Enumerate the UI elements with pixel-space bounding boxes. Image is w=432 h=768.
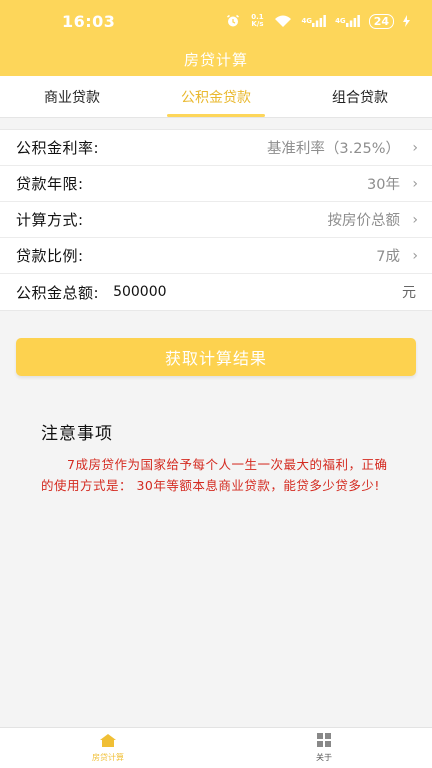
- notes-title: 注意事项: [41, 424, 113, 444]
- amount-unit: 元: [402, 285, 416, 301]
- notes-text: 7成房贷作为国家给予每个人一生一次最大的福利，正确的使用方式是： 30年等额本息…: [41, 457, 388, 493]
- page-title: 房贷计算: [183, 50, 248, 69]
- amount-label: 公积金总额:: [16, 283, 100, 302]
- wifi-icon: [274, 15, 292, 28]
- nav-item-mortgage-calc[interactable]: 房贷计算: [0, 728, 216, 768]
- charging-icon: [403, 15, 410, 27]
- ratio-value: 7成: [376, 249, 400, 265]
- chevron-right-icon: ›: [412, 211, 418, 228]
- chevron-right-icon: ›: [412, 139, 418, 156]
- tab-provident-fund-loan[interactable]: 公积金贷款: [144, 76, 288, 117]
- rate-label: 公积金利率:: [16, 139, 100, 157]
- ratio-label: 贷款比例:: [16, 247, 84, 265]
- rate-value: 基准利率（3.25%）: [266, 141, 400, 157]
- signal-icon-1: 4G: [301, 15, 326, 27]
- chevron-right-icon: ›: [412, 175, 418, 192]
- loan-form: 公积金利率: 基准利率（3.25%） › 贷款年限: 30年 › 计算方式: 按…: [0, 129, 432, 311]
- notes-section: 注意事项 7成房贷作为国家给予每个人一生一次最大的福利，正确的使用方式是： 30…: [0, 376, 432, 496]
- grid-icon: [317, 733, 331, 749]
- bottom-nav: 房贷计算 关于: [0, 727, 432, 768]
- method-value: 按房价总额: [327, 213, 401, 229]
- calculate-button[interactable]: 获取计算结果: [16, 338, 416, 376]
- years-row[interactable]: 贷款年限: 30年 ›: [0, 166, 432, 202]
- status-icons: 0.1 K/s 4G 4G 24: [226, 13, 410, 29]
- net-speed: 0.1 K/s: [251, 13, 264, 28]
- loan-type-tabs: 商业贷款 公积金贷款 组合贷款: [0, 76, 432, 118]
- method-label: 计算方式:: [16, 211, 84, 229]
- rate-row[interactable]: 公积金利率: 基准利率（3.25%） ›: [0, 130, 432, 166]
- status-time: 16:03: [62, 11, 116, 31]
- signal-icon-2: 4G: [335, 15, 360, 27]
- app-header: 16:03 0.1 K/s 4G 4G 24 房贷计算: [0, 0, 432, 76]
- nav-label-mortgage-calc: 房贷计算: [92, 752, 124, 762]
- nav-label-about: 关于: [316, 753, 332, 762]
- ratio-row[interactable]: 贷款比例: 7成 ›: [0, 238, 432, 274]
- years-label: 贷款年限:: [16, 175, 84, 193]
- years-value: 30年: [367, 177, 400, 193]
- battery-indicator: 24: [368, 13, 394, 29]
- tab-combined-loan[interactable]: 组合贷款: [288, 76, 432, 117]
- chevron-right-icon: ›: [412, 247, 418, 264]
- status-bar: 16:03 0.1 K/s 4G 4G 24: [0, 0, 432, 42]
- house-icon: [100, 733, 116, 749]
- amount-input[interactable]: [113, 284, 264, 300]
- amount-row: 公积金总额: 元: [0, 274, 432, 310]
- method-row[interactable]: 计算方式: 按房价总额 ›: [0, 202, 432, 238]
- tab-commercial-loan[interactable]: 商业贷款: [0, 76, 144, 117]
- alarm-icon: [226, 14, 240, 28]
- nav-item-about[interactable]: 关于: [216, 728, 432, 768]
